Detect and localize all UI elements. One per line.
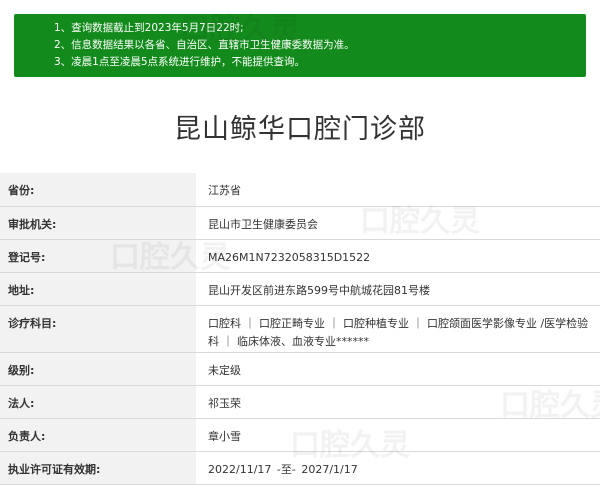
row-label: 执业许可证有效期: — [0, 451, 196, 485]
row-value: 祁玉荣 — [196, 385, 600, 419]
table-row: 诊疗科目: 口腔科 ｜ 口腔正畸专业 ｜ 口腔种植专业 ｜ 口腔颌面医学影像专业… — [0, 305, 600, 353]
row-label: 负责人: — [0, 418, 196, 452]
notice-line: 3、凌晨1点至凌晨5点系统进行维护，不能提供查询。 — [54, 56, 306, 68]
table-row: 审批机关: 昆山市卫生健康委员会 — [0, 206, 600, 240]
row-label: 级别: — [0, 352, 196, 386]
notice-line: 1、查询数据截止到2023年5月7日22时; — [54, 22, 244, 34]
page-title: 昆山鲸华口腔门诊部 — [174, 114, 426, 145]
notice-line: 2、信息数据结果以各省、自治区、直辖市卫生健康委数据为准。 — [54, 39, 355, 51]
table-row: 省份: 江苏省 — [0, 173, 600, 207]
row-value: 口腔科 ｜ 口腔正畸专业 ｜ 口腔种植专业 ｜ 口腔颌面医学影像专业 /医学检验… — [196, 305, 600, 353]
table-row: 负责人: 章小雪 — [0, 418, 600, 452]
row-value: 章小雪 — [196, 418, 600, 452]
row-label: 诊疗科目: — [0, 305, 196, 353]
row-label: 地址: — [0, 272, 196, 306]
clinic-info-table: 省份: 江苏省 审批机关: 昆山市卫生健康委员会 登记号: MA26M1N723… — [0, 173, 600, 485]
table-row: 执业许可证有效期: 2022/11/17 -至- 2027/1/17 — [0, 451, 600, 485]
table-row: 法人: 祁玉荣 — [0, 385, 600, 419]
row-label: 审批机关: — [0, 206, 196, 240]
row-value: 2022/11/17 -至- 2027/1/17 — [196, 451, 600, 485]
row-value: 未定级 — [196, 352, 600, 386]
row-label: 登记号: — [0, 239, 196, 273]
notice-banner: 1、查询数据截止到2023年5月7日22时; 2、信息数据结果以各省、自治区、直… — [14, 14, 586, 77]
table-row: 级别: 未定级 — [0, 352, 600, 386]
row-value: 昆山市卫生健康委员会 — [196, 206, 600, 240]
table-row: 登记号: MA26M1N7232058315D1522 — [0, 239, 600, 273]
row-value: MA26M1N7232058315D1522 — [196, 239, 600, 273]
row-value: 江苏省 — [196, 173, 600, 207]
row-label: 省份: — [0, 173, 196, 207]
row-label: 法人: — [0, 385, 196, 419]
table-row: 地址: 昆山开发区前进东路599号中航城花园81号楼 — [0, 272, 600, 306]
row-value: 昆山开发区前进东路599号中航城花园81号楼 — [196, 272, 600, 306]
